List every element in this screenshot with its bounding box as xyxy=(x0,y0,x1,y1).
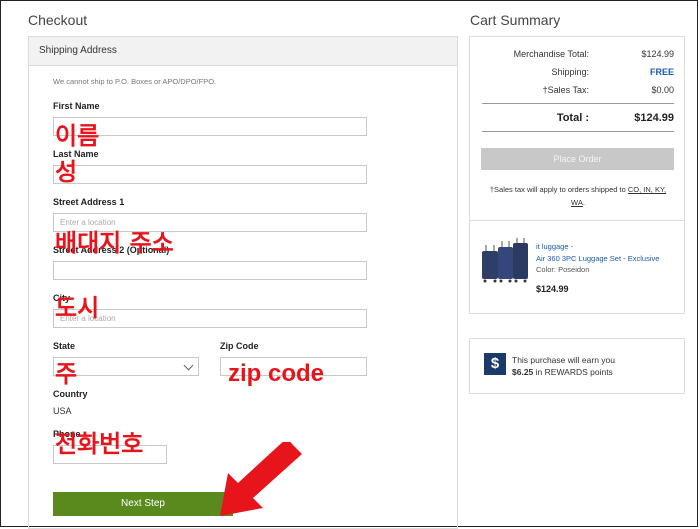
rewards-line-1: This purchase will earn you xyxy=(512,355,615,365)
item-divider xyxy=(470,220,684,221)
rewards-line-2: $6.25 in REWARDS points xyxy=(512,367,613,377)
shipping-label: Shipping: xyxy=(551,67,589,77)
street-address-2-field[interactable] xyxy=(53,261,367,280)
item-brand-link[interactable]: it luggage - xyxy=(536,242,573,251)
city-field[interactable]: Enter a location xyxy=(53,309,367,328)
item-price: $124.99 xyxy=(536,284,569,294)
total-label: Total : xyxy=(556,112,589,124)
checkout-title: Checkout xyxy=(28,12,88,28)
annotation-city: 도시 xyxy=(55,294,100,322)
red-arrow-icon xyxy=(220,442,302,516)
item-name-link[interactable]: Air 360 3PC Luggage Set - Exclusive xyxy=(536,254,659,263)
annotation-phone: 전화번호 xyxy=(55,430,144,458)
chevron-down-icon xyxy=(183,360,194,371)
item-color: Color: Poseidon xyxy=(536,265,589,274)
annotation-zip-code: zip code xyxy=(228,360,325,387)
rewards-suffix: in REWARDS points xyxy=(535,367,613,377)
shipping-address-header: Shipping Address xyxy=(29,37,457,66)
summary-divider xyxy=(482,103,674,104)
street-address-1-label: Street Address 1 xyxy=(53,197,125,207)
dollar-icon: $ xyxy=(484,353,506,375)
next-step-button[interactable]: Next Step xyxy=(53,492,233,516)
cart-summary-panel: Merchandise Total: $124.99 Shipping: FRE… xyxy=(469,36,685,314)
sales-tax-value: $0.00 xyxy=(651,85,674,95)
annotation-state: 주 xyxy=(55,360,78,388)
country-value: USA xyxy=(53,406,72,416)
total-divider xyxy=(482,131,674,132)
first-name-field[interactable] xyxy=(53,117,367,136)
annotation-street-address: 배대지 주소 xyxy=(55,229,174,257)
state-label: State xyxy=(53,341,76,351)
item-color-value: Poseidon xyxy=(558,265,590,274)
zip-code-label: Zip Code xyxy=(220,341,259,351)
total-value: $124.99 xyxy=(634,112,674,124)
cart-summary-title: Cart Summary xyxy=(470,12,561,28)
rewards-panel: $ This purchase will earn you $6.25 in R… xyxy=(469,338,685,394)
sales-tax-label: †Sales Tax: xyxy=(542,85,589,95)
luggage-set-image xyxy=(482,238,528,283)
tax-note-text: †Sales tax will apply to orders shipped … xyxy=(489,185,626,194)
rewards-amount: $6.25 xyxy=(512,367,534,377)
sales-tax-note: †Sales tax will apply to orders shipped … xyxy=(482,183,674,209)
merchandise-total-label: Merchandise Total: xyxy=(513,49,589,59)
place-order-button[interactable]: Place Order xyxy=(481,148,674,170)
item-color-label: Color: xyxy=(536,265,557,274)
annotation-first-name: 이름 xyxy=(55,122,100,150)
tax-note-suffix: . xyxy=(582,198,585,207)
shipping-value: FREE xyxy=(649,67,674,77)
shipping-restriction-note: We cannot ship to P.O. Boxes or APO/DPO/… xyxy=(53,77,217,86)
country-label: Country xyxy=(53,389,88,399)
first-name-label: First Name xyxy=(53,101,100,111)
annotation-last-name: 성 xyxy=(55,158,78,186)
merchandise-total-value: $124.99 xyxy=(641,49,674,59)
last-name-field[interactable] xyxy=(53,165,367,184)
